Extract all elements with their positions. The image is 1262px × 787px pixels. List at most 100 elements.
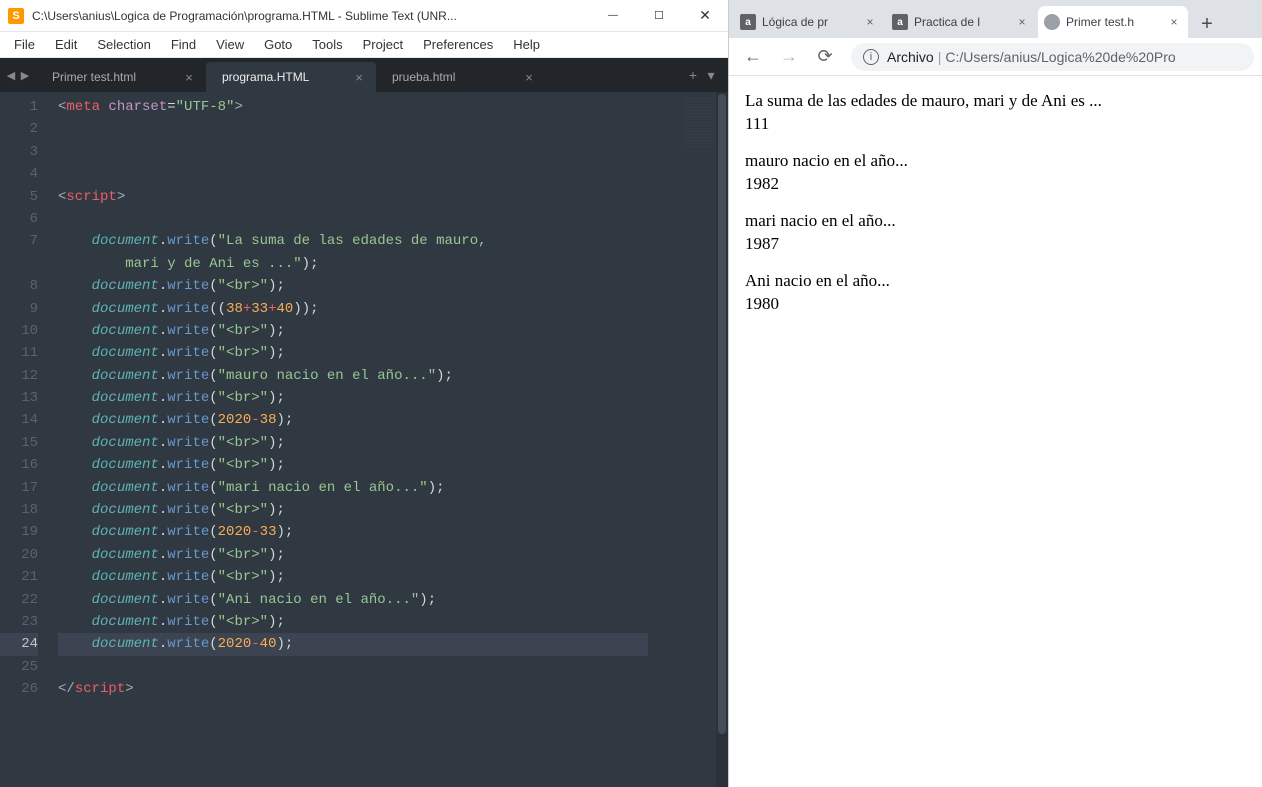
code-line[interactable]: document.write("<br>"); (58, 432, 648, 454)
maximize-button[interactable] (636, 0, 682, 32)
globe-icon (1044, 14, 1060, 30)
back-button[interactable]: ← (737, 41, 769, 73)
url-path: C:/Users/anius/Logica%20de%20Pro (945, 49, 1175, 65)
code-line[interactable]: document.write("mari nacio en el año..."… (58, 477, 648, 499)
tab-forward-icon[interactable]: ▶ (18, 69, 32, 82)
tab-primer-test[interactable]: Primer test.html × (36, 62, 206, 92)
chrome-tab-practica[interactable]: a Practica de l × (886, 6, 1036, 38)
code-line[interactable] (58, 118, 648, 140)
tab-back-icon[interactable]: ◀ (4, 69, 18, 82)
minimize-button[interactable] (590, 0, 636, 32)
code-line[interactable]: <meta charset="UTF-8"> (58, 96, 648, 118)
close-tab-icon[interactable]: × (352, 70, 366, 84)
reload-button[interactable]: ⟳ (809, 41, 841, 73)
menu-tools[interactable]: Tools (302, 34, 352, 55)
line-number: 25 (0, 656, 38, 678)
editor-scrollbar[interactable] (716, 92, 728, 787)
close-tab-icon[interactable]: × (862, 14, 878, 30)
code-line[interactable] (58, 208, 648, 230)
tab-prueba[interactable]: prueba.html × (376, 62, 546, 92)
code-line[interactable] (58, 141, 648, 163)
code-line[interactable]: document.write((38+33+40)); (58, 298, 648, 320)
line-number: 12 (0, 365, 38, 387)
menu-help[interactable]: Help (503, 34, 550, 55)
code-line[interactable]: document.write(2020-33); (58, 521, 648, 543)
new-tab-button[interactable]: + (1193, 10, 1221, 38)
tab-programa[interactable]: programa.HTML × (206, 62, 376, 92)
code-line[interactable]: document.write(2020-38); (58, 409, 648, 431)
favicon-icon: a (740, 14, 756, 30)
menu-edit[interactable]: Edit (45, 34, 87, 55)
code-line[interactable]: document.write("<br>"); (58, 454, 648, 476)
menu-selection[interactable]: Selection (87, 34, 160, 55)
code-line[interactable]: document.write("mauro nacio en el año...… (58, 365, 648, 387)
code-line[interactable] (58, 163, 648, 185)
sublime-text-window: S C:\Users\anius\Logica de Programación\… (0, 0, 728, 787)
line-number: 15 (0, 432, 38, 454)
code-line[interactable]: document.write("<br>"); (58, 275, 648, 297)
output-value: 1980 (745, 294, 779, 313)
output-label: mauro nacio en el año... (745, 151, 908, 170)
sublime-logo-icon: S (8, 8, 24, 24)
chrome-tab-logica[interactable]: a Lógica de pr × (734, 6, 884, 38)
forward-button[interactable]: → (773, 41, 805, 73)
line-number: 10 (0, 320, 38, 342)
page-content: La suma de las edades de mauro, mari y d… (729, 76, 1262, 787)
output-value: 1982 (745, 174, 779, 193)
close-tab-icon[interactable]: × (522, 70, 536, 84)
menu-goto[interactable]: Goto (254, 34, 302, 55)
tab-dropdown-icon[interactable]: ▾ (702, 67, 720, 84)
code-line[interactable]: document.write("<br>"); (58, 566, 648, 588)
code-line[interactable] (58, 656, 648, 678)
code-line[interactable]: mari y de Ani es ..."); (58, 253, 648, 275)
code-line[interactable]: document.write("<br>"); (58, 611, 648, 633)
code-line[interactable]: </script> (58, 678, 648, 700)
output-block-suma: La suma de las edades de mauro, mari y d… (745, 90, 1246, 136)
close-tab-icon[interactable]: × (1014, 14, 1030, 30)
code-line[interactable]: document.write("<br>"); (58, 387, 648, 409)
output-label: mari nacio en el año... (745, 211, 896, 230)
line-number: 1 (0, 96, 38, 118)
output-value: 1987 (745, 234, 779, 253)
code-line[interactable]: document.write("<br>"); (58, 342, 648, 364)
menu-project[interactable]: Project (353, 34, 413, 55)
chrome-tab-primer-test[interactable]: Primer test.h × (1038, 6, 1188, 38)
code-line[interactable]: document.write("<br>"); (58, 320, 648, 342)
code-line[interactable]: document.write("La suma de las edades de… (58, 230, 648, 252)
close-button[interactable] (682, 0, 728, 32)
menu-find[interactable]: Find (161, 34, 206, 55)
line-number: 26 (0, 678, 38, 700)
tabs-right-controls: + ▾ (676, 67, 728, 84)
menu-preferences[interactable]: Preferences (413, 34, 503, 55)
close-tab-icon[interactable]: × (1166, 14, 1182, 30)
scrollbar-thumb[interactable] (718, 94, 726, 734)
line-number: 22 (0, 589, 38, 611)
sublime-menubar: File Edit Selection Find View Goto Tools… (0, 32, 728, 58)
code-editor[interactable]: 1234567 89101112131415161718192021222324… (0, 92, 728, 787)
line-number: 6 (0, 208, 38, 230)
code-line[interactable]: document.write("<br>"); (58, 499, 648, 521)
line-number: 7 (0, 230, 38, 252)
close-tab-icon[interactable]: × (182, 70, 196, 84)
sublime-tabs: Primer test.html × programa.HTML × prueb… (36, 58, 676, 92)
code-line[interactable]: document.write(2020-40); (58, 633, 648, 655)
tab-title: Primer test.h (1066, 15, 1166, 29)
code-line[interactable]: document.write("Ani nacio en el año...")… (58, 589, 648, 611)
output-label: La suma de las edades de mauro, mari y d… (745, 91, 1102, 110)
code-area[interactable]: <meta charset="UTF-8"> <script> document… (50, 92, 648, 787)
line-number: 23 (0, 611, 38, 633)
info-icon[interactable]: i (863, 49, 879, 65)
menu-file[interactable]: File (4, 34, 45, 55)
output-block-mari: mari nacio en el año... 1987 (745, 210, 1246, 256)
output-value: 111 (745, 114, 769, 133)
sublime-titlebar[interactable]: S C:\Users\anius\Logica de Programación\… (0, 0, 728, 32)
code-line[interactable]: <script> (58, 186, 648, 208)
new-tab-icon[interactable]: + (684, 67, 702, 83)
output-block-mauro: mauro nacio en el año... 1982 (745, 150, 1246, 196)
line-number: 19 (0, 521, 38, 543)
menu-view[interactable]: View (206, 34, 254, 55)
url-scheme: Archivo (887, 49, 934, 65)
line-number: 17 (0, 477, 38, 499)
address-bar[interactable]: i Archivo | C:/Users/anius/Logica%20de%2… (851, 43, 1254, 71)
code-line[interactable]: document.write("<br>"); (58, 544, 648, 566)
